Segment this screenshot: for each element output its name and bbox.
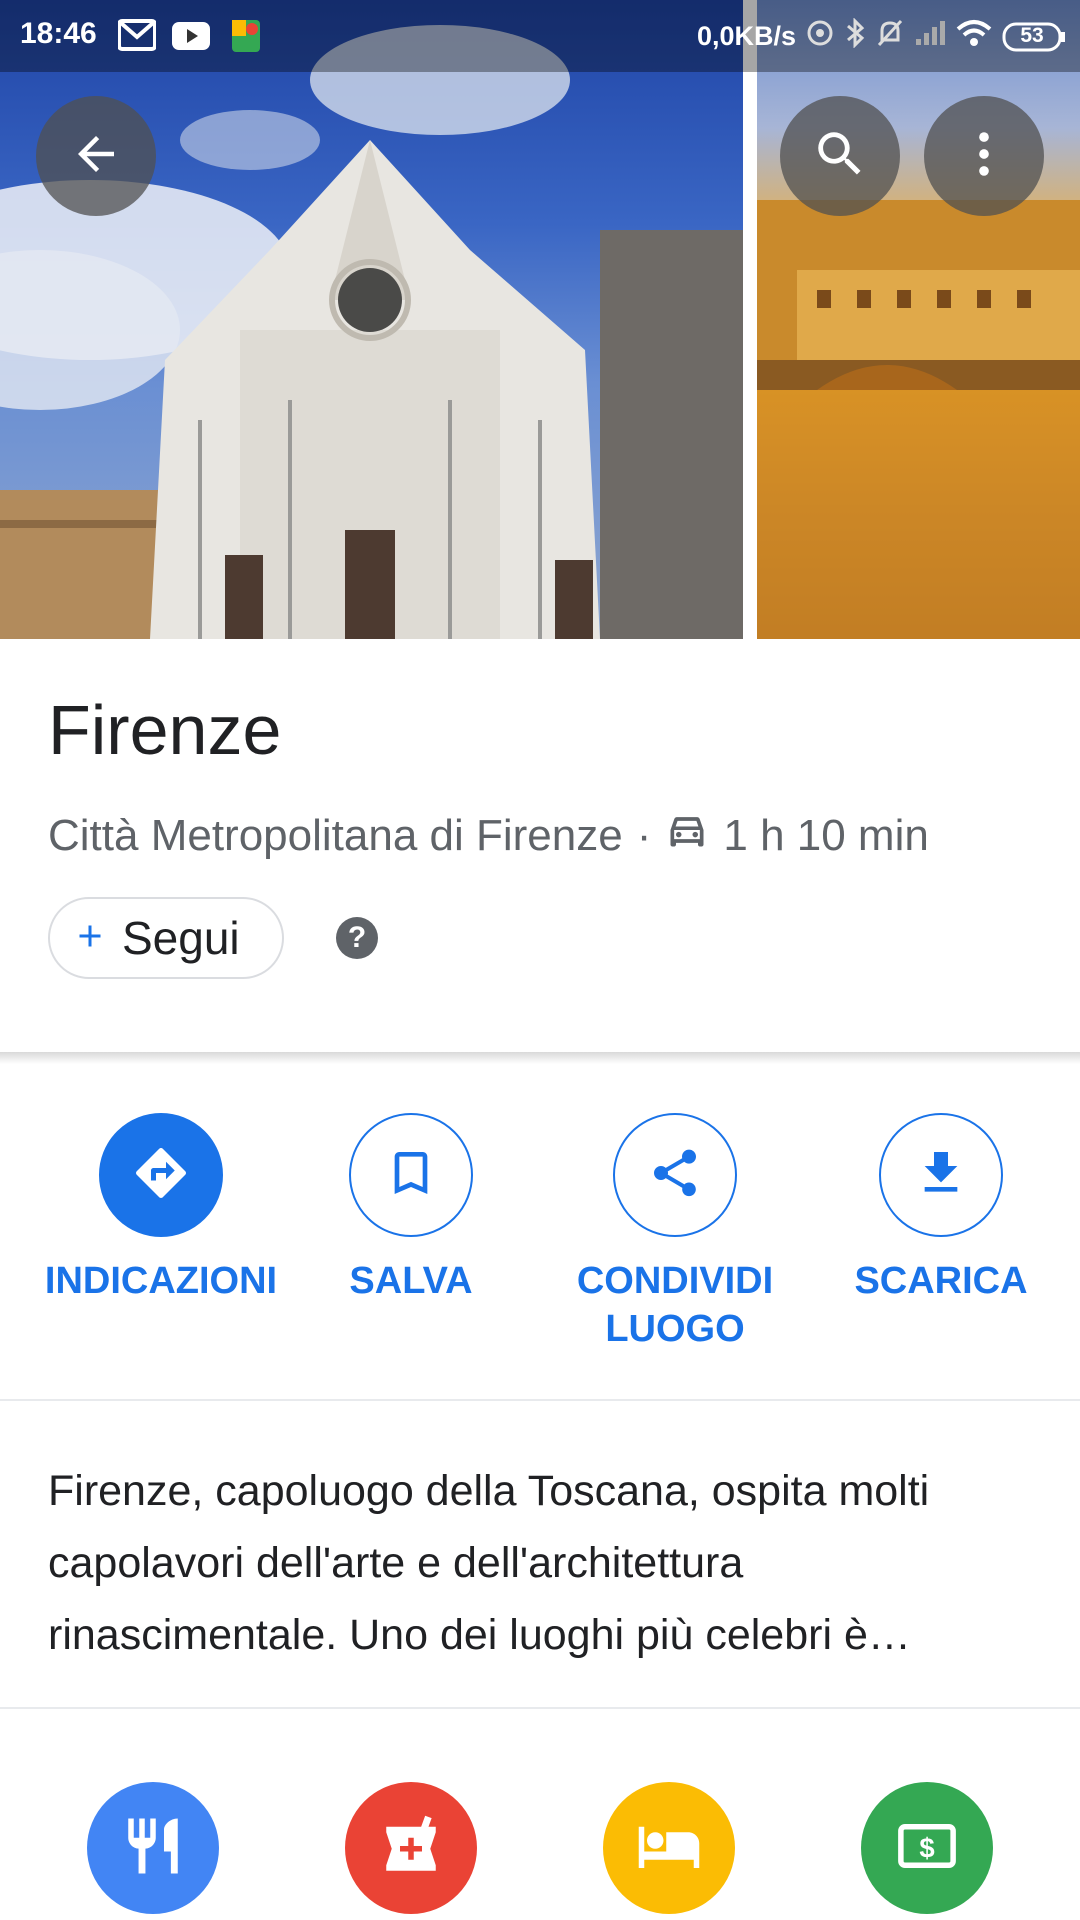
share-label: CONDIVIDI LUOGO <box>576 1260 774 1350</box>
save-action[interactable]: SALVA <box>281 1113 541 1305</box>
section-divider-shadow <box>0 1052 1080 1064</box>
atm-button[interactable]: $ <box>861 1782 993 1914</box>
download-label: SCARICA <box>854 1260 1028 1302</box>
bluetooth-icon <box>844 17 866 55</box>
follow-label: Segui <box>122 912 240 964</box>
directions-label: INDICAZIONI <box>44 1260 278 1302</box>
directions-action[interactable]: INDICAZIONI <box>31 1113 291 1305</box>
download-icon <box>913 1145 969 1206</box>
download-action[interactable]: SCARICA <box>811 1113 1071 1305</box>
hotspot-icon <box>806 19 834 54</box>
share-icon <box>647 1145 703 1206</box>
atm-icon: $ <box>894 1813 960 1884</box>
divider <box>0 1399 1080 1401</box>
signal-icon <box>914 19 946 54</box>
save-label: SALVA <box>349 1260 473 1302</box>
more-vert-icon <box>955 125 1013 188</box>
status-time: 18:46 <box>20 17 97 50</box>
hotels-button[interactable] <box>603 1782 735 1914</box>
photo-basilica[interactable] <box>0 0 743 639</box>
status-bar: 18:46 0,0KB/s 53 <box>0 0 1080 72</box>
directions-icon <box>131 1143 191 1208</box>
network-speed: 0,0KB/s <box>696 21 796 51</box>
mute-icon <box>876 18 904 55</box>
place-title: Firenze <box>48 691 282 769</box>
follow-button[interactable]: Segui <box>48 897 284 979</box>
car-icon <box>665 808 709 863</box>
youtube-icon <box>172 22 210 55</box>
back-button[interactable] <box>36 96 156 216</box>
photo-carousel[interactable]: 18:46 0,0KB/s 53 <box>0 0 1080 639</box>
place-subtitle: Città Metropolitana di Firenze · 1 h 10 … <box>48 808 929 863</box>
place-region: Città Metropolitana di Firenze <box>48 810 623 860</box>
wifi-icon <box>956 19 992 54</box>
separator-dot: · <box>636 810 652 860</box>
plus-icon <box>72 911 108 965</box>
drive-time: 1 h 10 min <box>723 810 929 860</box>
share-action[interactable]: CONDIVIDI LUOGO <box>545 1113 805 1353</box>
battery-icon: 53 <box>1002 22 1066 52</box>
search-button[interactable] <box>780 96 900 216</box>
hotel-icon <box>636 1813 702 1884</box>
share-button[interactable] <box>613 1113 737 1237</box>
photo-ponte-vecchio[interactable] <box>757 0 1080 639</box>
divider <box>0 1707 1080 1709</box>
place-description[interactable]: Firenze, capoluogo della Toscana, ospita… <box>48 1455 1038 1671</box>
bookmark-icon <box>383 1145 439 1206</box>
directions-button[interactable] <box>99 1113 223 1237</box>
maps-app-icon <box>232 20 260 57</box>
gmail-icon <box>117 19 157 56</box>
restaurants-button[interactable] <box>87 1782 219 1914</box>
restaurant-icon <box>120 1813 186 1884</box>
save-button[interactable] <box>349 1113 473 1237</box>
search-icon <box>811 125 869 188</box>
svg-text:$: $ <box>919 1832 934 1863</box>
pharmacies-button[interactable] <box>345 1782 477 1914</box>
more-options-button[interactable] <box>924 96 1044 216</box>
pharmacy-icon <box>378 1813 444 1884</box>
battery-level: 53 <box>1020 23 1044 47</box>
arrow-back-icon <box>69 127 123 186</box>
download-button[interactable] <box>879 1113 1003 1237</box>
help-icon[interactable]: ? <box>336 917 378 959</box>
